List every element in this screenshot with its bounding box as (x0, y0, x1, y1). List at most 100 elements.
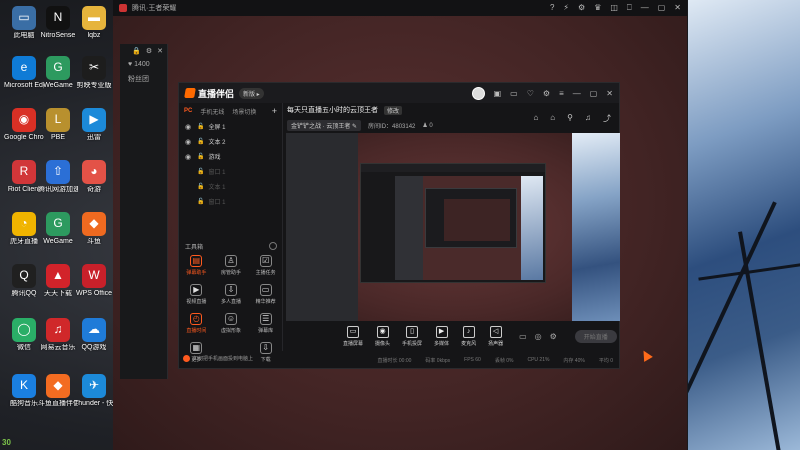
capture-source-button[interactable]: ◁ 扬声器 (488, 325, 503, 347)
tool-item[interactable]: ▶ 视频直播 (179, 284, 214, 305)
desktop-icon[interactable]: ◆ 斗鱼 (74, 212, 114, 246)
app-title-controls: ▣ ▭ ♡ ⚙ ≡ — ▢ ✕ (471, 86, 613, 100)
source-item[interactable]: 🔓 窗口 1 (179, 194, 282, 209)
source-item[interactable]: 🔓 文本 1 (179, 179, 282, 194)
capture-source-icon: ▭ (347, 325, 359, 338)
desktop-icon[interactable]: ✂ 剪映专业版 (74, 56, 114, 90)
avatar[interactable] (471, 86, 485, 100)
shop-icon[interactable]: ⌂ (533, 113, 538, 124)
source-item[interactable]: ◉ 🔓 游戏 (179, 149, 282, 164)
desktop-icon[interactable]: ♫ 网易云音乐 (38, 318, 78, 352)
desktop-app-icon: ♫ (46, 318, 70, 342)
desktop-app-icon: W (82, 264, 106, 288)
settings-icon[interactable]: ⚙ (578, 3, 585, 13)
game-logo-icon (119, 4, 127, 12)
tool-item[interactable]: ☰ 弹幕库 (248, 313, 283, 334)
tool-item[interactable]: ☺ 虚拟形象 (214, 313, 249, 334)
close-icon[interactable]: ✕ (157, 47, 163, 55)
projection-hint[interactable]: 如何把手机画面投到电脑上 (183, 355, 253, 362)
add-scene-button[interactable]: + (272, 106, 277, 116)
crown-icon[interactable]: ♛ (594, 3, 601, 13)
streaming-app-window[interactable]: 直播伴侣 新版 ▸ ▣ ▭ ♡ ⚙ ≡ — ▢ ✕ PC 手机无线 场景切换 +… (178, 82, 620, 369)
tool-item[interactable]: ♙ 房管助手 (214, 255, 249, 276)
hint-icon (183, 355, 190, 362)
desktop-icon[interactable]: G WeGame (38, 56, 78, 90)
desktop-icon-label: WeGame (43, 82, 73, 89)
favorite-icon[interactable]: ♡ (527, 89, 534, 98)
capture-source-button[interactable]: ♪ 麦克风 (461, 325, 476, 347)
stream-preview[interactable] (286, 133, 620, 321)
start-live-button[interactable]: 开始直播 (574, 329, 617, 343)
desktop-icon[interactable]: L PBE (38, 108, 78, 142)
desktop-app-icon: ◉ (12, 108, 36, 132)
maximize-button[interactable]: ▢ (590, 89, 598, 98)
visibility-eye-icon[interactable]: ◉ (185, 153, 193, 161)
capture-source-button[interactable]: ◉ 摄像头 (375, 325, 390, 347)
screen-icon[interactable]: ⎕ (627, 3, 632, 13)
home-icon[interactable]: ⌂ (550, 113, 555, 124)
tab-mobile-wireless[interactable]: 手机无线 (200, 107, 224, 116)
fans-group-link[interactable]: 粉丝团 (120, 71, 167, 87)
close-button[interactable]: ✕ (674, 3, 681, 13)
tool-item[interactable]: ◴ 直播时间 (179, 313, 214, 334)
source-item[interactable]: 🔓 窗口 1 (179, 164, 282, 179)
gear-icon[interactable]: ⚙ (146, 47, 152, 55)
lock-icon[interactable]: 🔓 (197, 153, 204, 160)
lock-icon[interactable]: 🔓 (197, 138, 204, 145)
toolbox-settings-icon[interactable] (269, 242, 277, 250)
minimize-button[interactable]: — (573, 89, 581, 98)
desktop-icon[interactable]: G WeGame (38, 212, 78, 246)
lock-icon[interactable]: 🔓 (197, 198, 204, 205)
tool-item[interactable]: ▤ 弹幕助手 (179, 255, 214, 276)
capture-source-button[interactable]: ▶ 多媒体 (434, 325, 449, 347)
lock-icon[interactable]: 🔓 (197, 123, 204, 130)
version-badge[interactable]: 新版 ▸ (239, 87, 264, 99)
share-icon[interactable]: ⤴ (603, 113, 611, 124)
tool-item[interactable]: ▭ 精华推荐 (248, 284, 283, 305)
lock-icon[interactable]: 🔒 (132, 47, 141, 55)
layout-icon[interactable]: ◫ (610, 3, 618, 13)
desktop-icon[interactable]: ✈ Thunder - 快捷方式 (74, 374, 114, 408)
category-selector[interactable]: 金铲铲之战 · 云顶王者 ✎ (287, 120, 362, 131)
desktop-icon[interactable]: ☁ QQ游戏 (74, 318, 114, 352)
desktop-icon[interactable]: ◆ 斗鱼直播伴侣 (38, 374, 78, 408)
toolbar-extra-icon[interactable]: ⚙ (550, 332, 557, 341)
bell-icon[interactable]: ♫ (585, 113, 591, 124)
help-icon[interactable]: ? (550, 3, 554, 13)
capture-source-button[interactable]: ▭ 直播屏幕 (343, 325, 363, 347)
tool-icon: ◴ (190, 313, 203, 325)
lock-icon[interactable]: 🔓 (197, 168, 204, 175)
desktop-app-icon: ✂ (82, 56, 106, 80)
desktop-icon[interactable]: ▲ 天天下载 (38, 264, 78, 298)
lock-icon[interactable]: 🔓 (197, 183, 204, 190)
tool-item[interactable]: ⇩ 多人直播 (214, 284, 249, 305)
desktop-icon[interactable]: ◕ 奇游 (74, 160, 114, 194)
desktop-icon[interactable]: N NitroSense (38, 6, 78, 40)
source-item[interactable]: ◉ 🔓 全屏 1 (179, 119, 282, 134)
tab-scene-switch[interactable]: 场景切换 (232, 107, 256, 116)
tab-pc[interactable]: PC (184, 108, 192, 114)
pin-icon[interactable]: ⚲ (567, 113, 573, 124)
capture-source-icon: ◉ (376, 325, 389, 338)
desktop-icon[interactable]: ▶ 迅雷 (74, 108, 114, 142)
maximize-button[interactable]: ▢ (658, 3, 666, 13)
source-item[interactable]: ◉ 🔓 文本 2 (179, 134, 282, 149)
settings-icon[interactable]: ⚙ (543, 89, 550, 98)
desktop-icon[interactable]: ▬ lqbz (74, 6, 114, 40)
minimize-button[interactable]: — (641, 3, 649, 13)
edit-title-button[interactable]: 修改 (384, 105, 403, 115)
menu-icon[interactable]: ≡ (559, 89, 564, 98)
tool-item[interactable]: ⇩ 下载 (248, 342, 283, 363)
capture-source-button[interactable]: ▯ 手机投屏 (402, 325, 422, 347)
message-icon[interactable]: ▣ (494, 89, 502, 98)
desktop-icon[interactable]: ⇧ 腾讯网游加速器 (38, 160, 78, 194)
toolbar-extra-icon[interactable]: ▭ (519, 332, 527, 341)
visibility-eye-icon[interactable]: ◉ (185, 138, 193, 146)
tool-item[interactable]: ☑ 主播任务 (248, 255, 283, 276)
flash-icon[interactable]: ⚡ (563, 3, 569, 13)
toolbar-extra-icon[interactable]: ◎ (535, 332, 542, 341)
screen-icon[interactable]: ▭ (510, 89, 518, 98)
desktop-icon[interactable]: W WPS Office (74, 264, 114, 298)
visibility-eye-icon[interactable]: ◉ (185, 123, 193, 131)
close-button[interactable]: ✕ (606, 89, 613, 98)
